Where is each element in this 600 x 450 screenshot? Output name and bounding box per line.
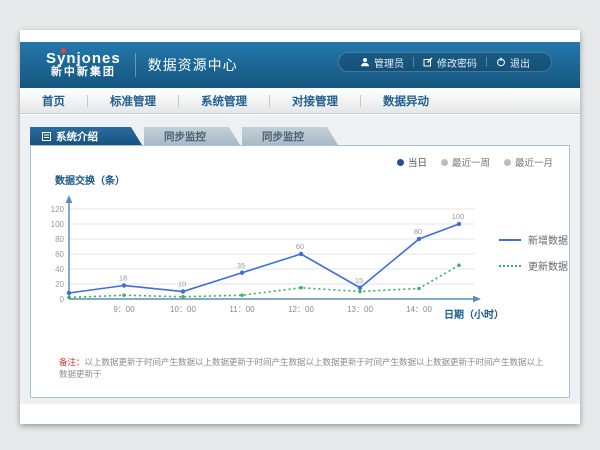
logout-button[interactable]: 退出	[487, 55, 539, 70]
tab-label: 系统介绍	[56, 129, 98, 144]
app-window: Synjones 新中新集团 数据资源中心 管理员 修改密码	[20, 30, 580, 424]
svg-text:10：00: 10：00	[170, 305, 196, 314]
svg-text:10: 10	[178, 280, 186, 289]
tab-label: 同步监控	[164, 129, 206, 144]
svg-text:12：00: 12：00	[288, 305, 314, 314]
change-password-label: 修改密码	[437, 55, 477, 70]
change-password-button[interactable]: 修改密码	[414, 55, 486, 70]
filter-label: 当日	[408, 155, 427, 169]
company-logo[interactable]: Synjones 新中新集团	[46, 51, 121, 79]
nav-item-data-change[interactable]: 数据异动	[361, 93, 451, 109]
svg-text:40: 40	[55, 265, 64, 274]
svg-text:0: 0	[60, 295, 65, 304]
radio-icon	[441, 159, 448, 166]
nav-item-system-mgmt[interactable]: 系统管理	[179, 93, 269, 109]
svg-text:日期（小时）: 日期（小时）	[444, 308, 504, 321]
legend-label: 更新数据	[528, 258, 568, 273]
svg-text:60: 60	[296, 242, 304, 251]
time-range-filters: 当日 最近一周 最近一月	[397, 155, 553, 169]
tab-sync-monitor-2[interactable]: 同步监控	[242, 127, 338, 145]
logout-label: 退出	[510, 55, 530, 70]
user-icon	[360, 57, 370, 67]
svg-text:100: 100	[51, 220, 65, 229]
tab-bar: 系统介绍 同步监控 同步监控	[30, 127, 338, 145]
legend-item[interactable]: 新增数据	[499, 232, 568, 247]
radio-icon	[504, 159, 511, 166]
svg-text:20: 20	[55, 280, 64, 289]
svg-text:11：00: 11：00	[229, 305, 255, 314]
app-header: Synjones 新中新集团 数据资源中心 管理员 修改密码	[20, 42, 580, 88]
note-label: 备注：	[59, 357, 85, 367]
power-icon	[496, 57, 506, 67]
header-divider	[135, 53, 136, 77]
svg-text:60: 60	[55, 250, 64, 259]
svg-text:18: 18	[119, 274, 127, 283]
user-bar: 管理员 修改密码 退出	[338, 52, 552, 72]
svg-text:100: 100	[452, 212, 465, 221]
filter-today[interactable]: 当日	[397, 155, 427, 169]
chart-legend: 新增数据更新数据	[499, 232, 568, 273]
tab-sync-monitor-1[interactable]: 同步监控	[144, 127, 240, 145]
footer-note: 备注：以上数据更新于时间产生数据以上数据更新于时间产生数据以上数据更新于时间产生…	[59, 356, 545, 380]
legend-label: 新增数据	[528, 232, 568, 247]
svg-text:35: 35	[237, 261, 245, 270]
svg-text:13：00: 13：00	[347, 305, 373, 314]
svg-text:14：00: 14：00	[406, 305, 432, 314]
document-icon	[42, 132, 51, 141]
svg-text:80: 80	[414, 227, 422, 236]
current-user-label: 管理员	[374, 55, 404, 70]
tab-label: 同步监控	[262, 129, 304, 144]
note-text: 以上数据更新于时间产生数据以上数据更新于时间产生数据以上数据更新于时间产生数据以…	[59, 357, 544, 379]
filter-last-week[interactable]: 最近一周	[441, 155, 490, 169]
nav-item-standard-mgmt[interactable]: 标准管理	[88, 93, 178, 109]
svg-text:15: 15	[355, 276, 363, 285]
current-user[interactable]: 管理员	[351, 55, 413, 70]
nav-item-home[interactable]: 首页	[20, 93, 87, 109]
solid-line-swatch	[499, 239, 521, 241]
chart-panel: 当日 最近一周 最近一月 数据交换（条） 0 20 40 60 80 100 120 9：00…	[30, 145, 570, 398]
legend-item[interactable]: 更新数据	[499, 258, 568, 273]
app-title: 数据资源中心	[148, 55, 238, 75]
chart-y-axis-title: 数据交换（条）	[55, 172, 125, 187]
radio-icon	[397, 159, 404, 166]
nav-item-interface-mgmt[interactable]: 对接管理	[270, 93, 360, 109]
filter-label: 最近一周	[452, 155, 490, 169]
logo-text-cn: 新中新集团	[46, 66, 121, 79]
edit-icon	[423, 57, 433, 67]
svg-text:80: 80	[55, 235, 64, 244]
svg-text:9：00: 9：00	[113, 305, 135, 314]
main-nav: 首页 标准管理 系统管理 对接管理 数据异动	[20, 88, 580, 114]
tab-system-intro[interactable]: 系统介绍	[30, 127, 142, 145]
filter-last-month[interactable]: 最近一月	[504, 155, 553, 169]
line-chart: 0 20 40 60 80 100 120 9：00 10：00 11：00 12：00 13：00 1…	[39, 191, 519, 325]
logo-text-en: Synjones	[46, 51, 121, 66]
svg-text:120: 120	[51, 205, 65, 214]
dotted-line-swatch	[499, 265, 521, 267]
filter-label: 最近一月	[515, 155, 553, 169]
